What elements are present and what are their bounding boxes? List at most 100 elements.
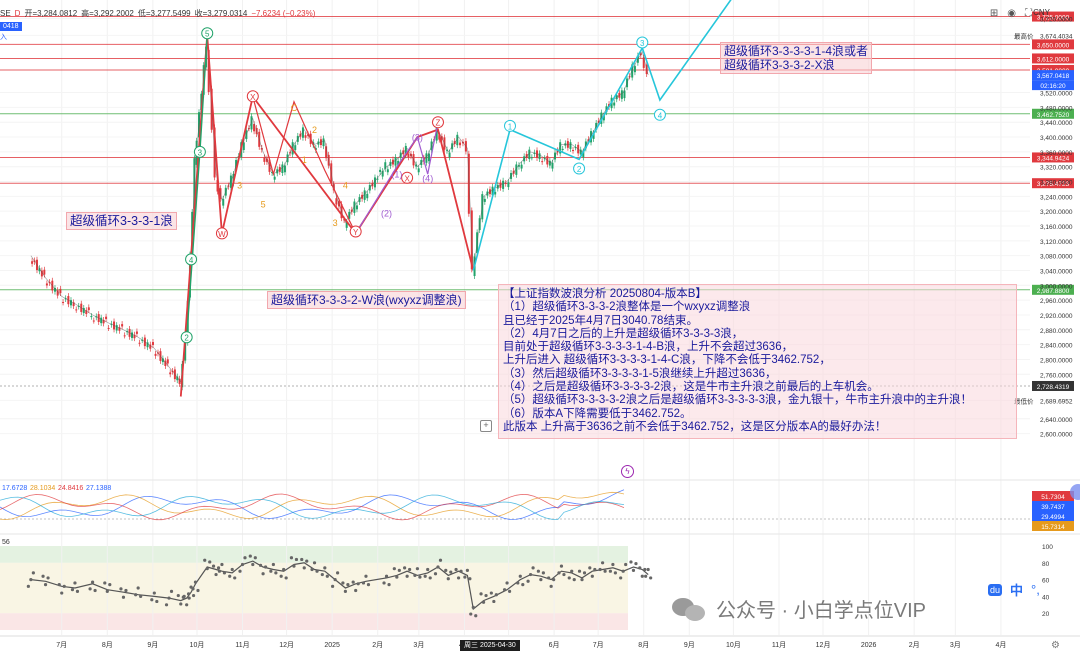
oscillator-dot <box>559 564 564 568</box>
candle-body <box>379 169 382 172</box>
candle-body <box>642 57 645 68</box>
annotation-wave-1[interactable]: 超级循环3-3-3-1浪 <box>66 212 177 230</box>
scroll-handle[interactable] <box>1070 484 1080 500</box>
y-tick-label: 3,480.0000 <box>1040 105 1073 112</box>
annotation-wave-2-w[interactable]: 超级循环3-3-3-2-W浪(wxyxz调整浪) <box>267 291 466 309</box>
oscillator-dot <box>302 566 306 570</box>
oscillator-dot <box>444 568 448 572</box>
high-value: 高=3,292.2002 <box>81 8 134 18</box>
oscillator-dot <box>415 567 420 571</box>
oscillator-dot <box>26 584 30 588</box>
oscillator-dot <box>289 556 294 560</box>
oscillator-dot <box>601 561 605 565</box>
oscillator-dot <box>90 580 95 584</box>
annotation-wave-4-or-x[interactable]: 超级循环3-3-3-3-1-4浪或者 超级循环3-3-3-2-X浪 <box>720 42 873 74</box>
candle-body <box>62 301 65 303</box>
y-tick-label: 2,880.0000 <box>1040 328 1073 335</box>
chart-stage[interactable]: 5423WXYXZC213543(1)(2)(3)(4)12345 17.672… <box>0 0 1080 653</box>
oscillator-dot <box>41 574 45 578</box>
x-tick-label: 2月 <box>372 641 383 649</box>
currency-label[interactable]: CNY <box>1033 8 1050 17</box>
candle-body <box>90 316 93 318</box>
candle-body <box>31 261 34 264</box>
y-tick-label: 3,000.0000 <box>1040 283 1073 290</box>
oscillator-dot <box>459 569 463 573</box>
open-value: 开=3,284.0812 <box>24 8 78 18</box>
oscillator-dot <box>43 583 48 587</box>
oscillator-dot <box>31 571 35 575</box>
candle-body <box>87 307 90 311</box>
indicator-value: 28.1034 <box>30 485 55 492</box>
add-alert-icon[interactable]: + <box>480 420 492 432</box>
low-label: 最低价 <box>1014 396 1034 405</box>
analysis-line: 目前处于超级循环3-3-3-3-1-4-B浪，上升不会超过3636， <box>503 341 794 354</box>
oscillator-dot <box>624 562 628 567</box>
oscillator-dot <box>646 567 650 572</box>
oscillator-dot <box>169 589 174 593</box>
camera-icon[interactable]: ◉ <box>1007 8 1016 19</box>
candle-body <box>154 353 157 356</box>
oscillator-dot <box>471 605 475 609</box>
oscillator-dot <box>57 583 61 587</box>
punctuation-icon[interactable]: °, <box>1031 582 1040 597</box>
price-level-label: 3,650.0000 <box>1037 42 1070 49</box>
lightning-icon[interactable]: ϟ <box>621 465 634 478</box>
close-value: 收=3,279.0314 <box>194 8 248 18</box>
oscillator-dot <box>351 580 355 584</box>
oscillator-dot <box>121 595 126 599</box>
oscillator-dot <box>428 576 432 580</box>
candle-body <box>620 90 623 99</box>
wave-label: (1) <box>391 170 402 180</box>
oscillator-dot <box>361 581 366 585</box>
candle-body <box>75 309 78 311</box>
oscillator-dot <box>588 566 592 570</box>
oscillator-dot <box>282 567 286 572</box>
oscillator-dot <box>217 569 222 573</box>
oscillator-dot <box>613 571 617 575</box>
candle-body <box>569 142 572 149</box>
fullscreen-icon[interactable]: ⛶ <box>1025 8 1032 19</box>
oscillator-dot <box>484 593 488 598</box>
oscillator-dot <box>263 565 268 569</box>
candle-body <box>538 153 541 160</box>
top-right-icons: ⊞ ◉ ⛶ <box>990 8 1032 19</box>
oscillator-dot <box>208 560 212 564</box>
analysis-line: （1）超级循环3-3-3-2浪整体是一个wxyxz调整浪 <box>503 301 751 314</box>
x-tick-label: 2025 <box>324 642 340 649</box>
candle-body <box>273 176 276 180</box>
oscillator-dot <box>325 574 329 578</box>
mode-badge[interactable]: D <box>15 9 21 18</box>
wave-label: 5 <box>205 30 210 39</box>
y-tick-label: 2,840.0000 <box>1040 343 1073 350</box>
candle-body <box>322 138 325 147</box>
x-tick-label: 11月 <box>235 641 249 649</box>
indicator2-scale: 80 <box>1042 561 1050 568</box>
oscillator-dot <box>631 568 636 572</box>
settings-gear-icon[interactable]: ⚙ <box>1051 640 1060 651</box>
candle-body <box>294 145 297 151</box>
analysis-textbox[interactable]: 【上证指数波浪分析 20250804-版本B】 （1）超级循环3-3-3-2浪整… <box>498 284 1017 439</box>
oscillator-dot <box>521 583 525 587</box>
oscillator-dot <box>516 581 520 585</box>
oscillator-dot <box>220 562 224 567</box>
oscillator-dot <box>593 567 597 572</box>
oscillator-dot <box>364 574 368 578</box>
candle-body <box>386 169 389 173</box>
oscillator-dot <box>134 593 138 597</box>
wave-label: 4 <box>189 256 194 265</box>
wave-projection-line <box>472 0 732 271</box>
chinese-input-icon[interactable]: 中 <box>1010 580 1023 599</box>
y-tick-label: 3,674.4034 <box>1040 33 1073 40</box>
y-tick-label: 2,689.6952 <box>1040 398 1073 405</box>
indicator-label: 15.7314 <box>1041 524 1065 531</box>
oscillator-dot <box>649 576 653 580</box>
oscillator-dot <box>185 603 189 607</box>
oscillator-dot <box>494 593 498 597</box>
ruler-icon[interactable]: ⊞ <box>990 8 998 19</box>
oscillator-dot <box>279 574 283 578</box>
analysis-line: （6）版本A下降需要低于3462.752。 <box>503 407 692 420</box>
oscillator-dot <box>426 567 430 572</box>
symbol-name[interactable]: SE <box>0 9 11 18</box>
oscillator-dot <box>182 594 186 599</box>
baidu-icon[interactable]: du <box>988 583 1003 596</box>
